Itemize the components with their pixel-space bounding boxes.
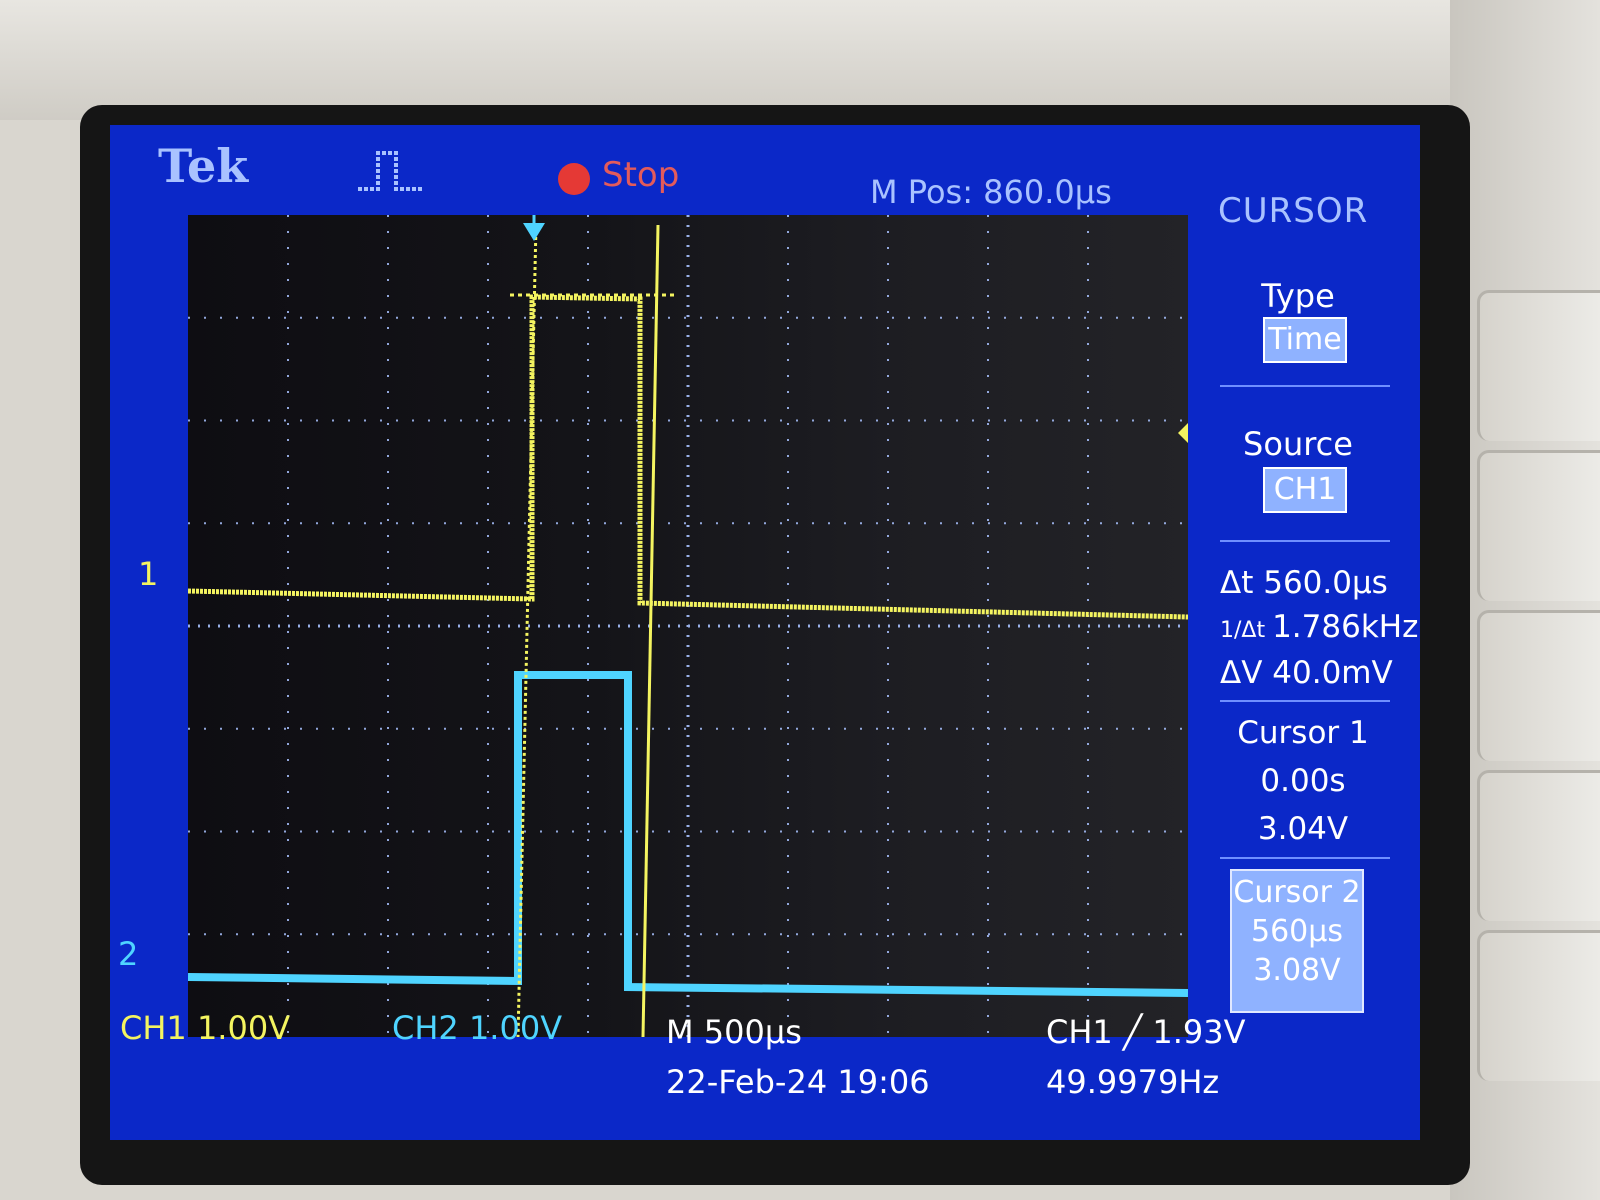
cursor2-volt: 3.08V [1253, 953, 1341, 988]
timebase: M 500µs [666, 1013, 802, 1051]
ch2-scale: CH2 1.00V [392, 1009, 563, 1047]
trigger-frequency: 49.9979Hz [1046, 1063, 1220, 1101]
trigger-readout: CH1 ╱ 1.93V [1046, 1013, 1246, 1051]
cursor2-selected-box[interactable]: Cursor 2 560µs 3.08V [1230, 869, 1364, 1013]
menu-softkey-2[interactable] [1477, 450, 1600, 601]
cursor2-time: 560µs [1251, 914, 1343, 949]
waveform-graticule [187, 215, 1189, 1038]
oscilloscope-screen: Tek Stop M Pos: 860.0µs 1 2 CURSOR Type [110, 125, 1420, 1140]
menu-divider [1220, 700, 1390, 702]
trigger-level-icon [1178, 423, 1188, 443]
inverse-delta-t-value: 1.786kHz [1272, 609, 1419, 645]
stop-indicator-icon [558, 163, 590, 195]
cursor1-volt: 3.04V [1257, 811, 1349, 847]
date-time: 22-Feb-24 19:06 [666, 1063, 930, 1101]
inverse-delta-t-icon: 1/Δt [1220, 618, 1273, 643]
menu-title: CURSOR [1218, 191, 1369, 231]
ch2-ground-marker: 2 [118, 935, 139, 973]
cursor1-label[interactable]: Cursor 1 [1208, 715, 1398, 751]
trigger-pulse-icon [358, 151, 422, 191]
type-value-button[interactable]: Time [1263, 317, 1347, 363]
menu-softkey-5[interactable] [1477, 930, 1600, 1081]
ch1-scale: CH1 1.00V [120, 1009, 291, 1047]
delta-v-readout: ΔV 40.0mV [1220, 655, 1393, 691]
source-value-button[interactable]: CH1 [1263, 467, 1347, 513]
inverse-delta-t-readout: 1/Δt 1.786kHz [1220, 609, 1418, 645]
menu-divider [1220, 857, 1390, 859]
horizontal-position: M Pos: 860.0µs [870, 173, 1112, 211]
graticule-svg [187, 215, 1189, 1038]
menu-softkey-4[interactable] [1477, 770, 1600, 921]
cursor-2-line[interactable] [641, 224, 660, 1038]
cursor-menu: CURSOR Type Time Source CH1 Δt 560.0µs 1… [1200, 185, 1418, 1125]
cursor1-time: 0.00s [1260, 763, 1346, 799]
menu-divider [1220, 385, 1390, 387]
cursor2-label: Cursor 2 [1233, 875, 1361, 910]
source-label: Source [1243, 425, 1353, 463]
scope-bezel-top [0, 0, 1600, 120]
menu-divider [1220, 540, 1390, 542]
menu-softkey-1[interactable] [1477, 290, 1600, 441]
ch1-ground-marker: 1 [138, 555, 159, 593]
menu-softkey-3[interactable] [1477, 610, 1600, 761]
type-label: Type [1261, 277, 1335, 315]
cursor-1-line[interactable] [516, 224, 538, 1038]
delta-t-readout: Δt 560.0µs [1220, 565, 1388, 601]
acquisition-state: Stop [602, 155, 680, 195]
brand-logo: Tek [158, 139, 249, 193]
